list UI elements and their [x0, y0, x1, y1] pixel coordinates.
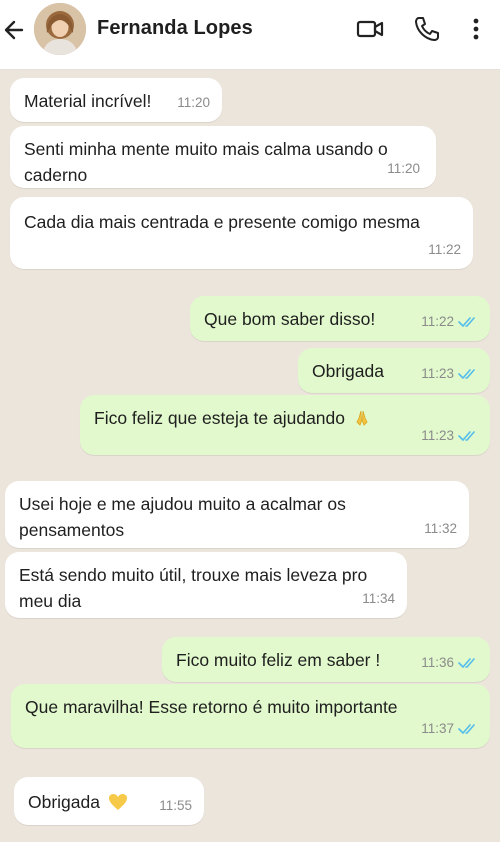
double-check-read-icon — [458, 317, 475, 327]
double-check-read-icon — [458, 658, 475, 668]
timestamp: 11:55 — [159, 798, 192, 813]
message-time: 11:20 — [387, 156, 420, 182]
incoming-message[interactable]: Obrigada 11:55 — [14, 777, 204, 825]
video-call-icon[interactable] — [355, 14, 385, 44]
phone-call-icon[interactable] — [412, 14, 442, 44]
message-text: Senti minha mente muito mais calma usand… — [24, 139, 388, 185]
double-check-read-icon — [458, 724, 475, 734]
yellow-heart-icon — [108, 792, 128, 818]
more-options-icon[interactable] — [466, 14, 486, 44]
message-text: Que maravilha! Esse retorno é muito impo… — [25, 697, 398, 717]
message-time: 11:23 — [421, 361, 478, 387]
message-text: Fico muito feliz em saber ! — [176, 650, 381, 670]
incoming-message[interactable]: Senti minha mente muito mais calma usand… — [10, 126, 436, 188]
message-time: 11:20 — [177, 90, 210, 116]
outgoing-message[interactable]: Obrigada 11:23 — [298, 348, 490, 393]
praying-hands-icon — [353, 408, 371, 434]
message-time: 11:22 — [428, 237, 461, 263]
outgoing-message[interactable]: Fico feliz que esteja te ajudando 11:23 — [80, 395, 490, 455]
message-time: 11:36 — [421, 650, 478, 676]
timestamp: 11:20 — [387, 161, 420, 176]
message-text: Está sendo muito útil, trouxe mais levez… — [19, 565, 368, 611]
message-text: Material incrível! — [24, 91, 152, 111]
chat-header: Fernanda Lopes — [0, 0, 500, 70]
incoming-message[interactable]: Está sendo muito útil, trouxe mais levez… — [5, 552, 407, 618]
message-text: Obrigada — [312, 361, 384, 381]
avatar[interactable] — [34, 3, 86, 55]
message-text: Obrigada — [28, 792, 100, 812]
timestamp: 11:34 — [362, 591, 395, 606]
message-text: Que bom saber disso! — [204, 309, 376, 329]
timestamp: 11:20 — [177, 95, 210, 110]
timestamp: 11:32 — [424, 521, 457, 536]
outgoing-message[interactable]: Que bom saber disso! 11:22 — [190, 296, 490, 341]
outgoing-message[interactable]: Que maravilha! Esse retorno é muito impo… — [11, 684, 490, 748]
timestamp: 11:22 — [421, 314, 454, 329]
timestamp: 11:22 — [428, 242, 461, 257]
message-text: Usei hoje e me ajudou muito a acalmar os… — [19, 494, 346, 540]
message-time: 11:55 — [159, 793, 192, 819]
timestamp: 11:37 — [421, 721, 454, 736]
message-time: 11:22 — [421, 309, 478, 335]
message-text: Cada dia mais centrada e presente comigo… — [24, 212, 420, 232]
message-time: 11:37 — [421, 716, 478, 742]
incoming-message[interactable]: Cada dia mais centrada e presente comigo… — [10, 197, 473, 269]
outgoing-message[interactable]: Fico muito feliz em saber ! 11:36 — [162, 637, 490, 682]
contact-name[interactable]: Fernanda Lopes — [97, 17, 253, 40]
chat-area[interactable]: Material incrível! 11:20 Senti minha men… — [0, 70, 500, 842]
incoming-message[interactable]: Usei hoje e me ajudou muito a acalmar os… — [5, 481, 469, 548]
message-text: Fico feliz que esteja te ajudando — [94, 408, 345, 428]
message-time: 11:23 — [421, 423, 478, 449]
message-time: 11:34 — [362, 586, 395, 612]
double-check-read-icon — [458, 369, 475, 379]
back-arrow-icon[interactable] — [2, 16, 28, 44]
timestamp: 11:36 — [421, 655, 454, 670]
timestamp: 11:23 — [421, 428, 454, 443]
timestamp: 11:23 — [421, 366, 454, 381]
double-check-read-icon — [458, 431, 475, 441]
message-time: 11:32 — [424, 516, 457, 542]
incoming-message[interactable]: Material incrível! 11:20 — [10, 78, 222, 122]
